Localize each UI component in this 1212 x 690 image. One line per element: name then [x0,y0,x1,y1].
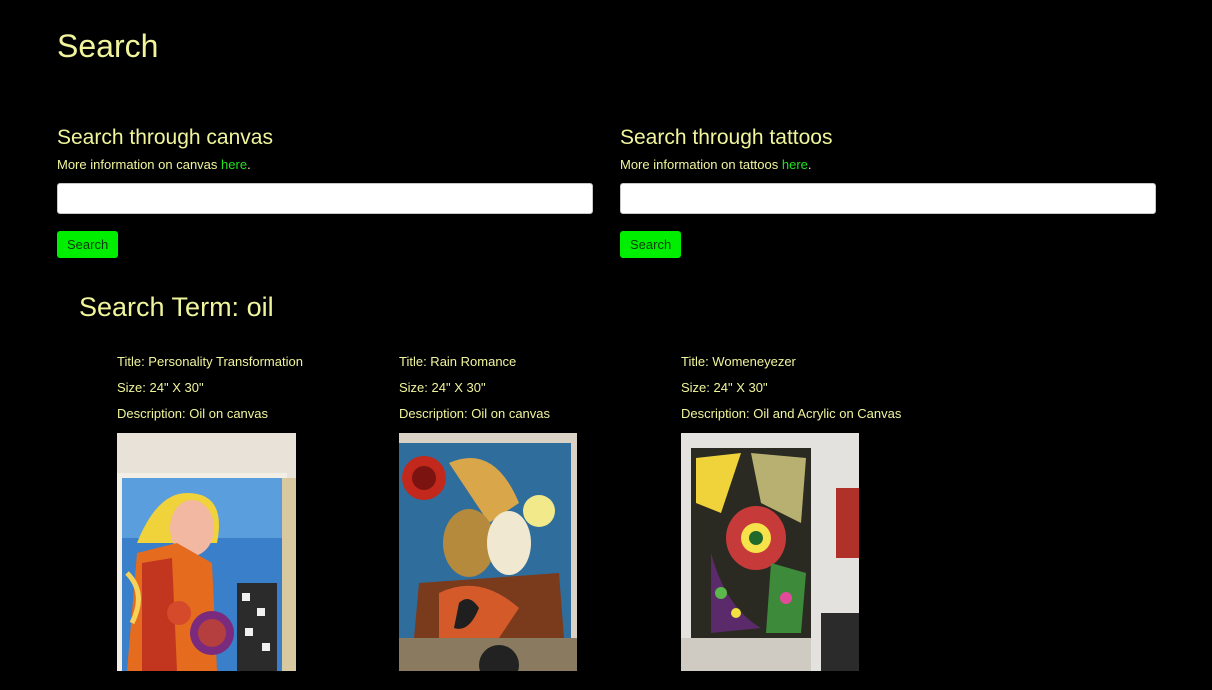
result-description: Description: Oil on canvas [117,406,269,421]
canvas-search-panel: Search through canvas More information o… [57,124,593,258]
canvas-search-input[interactable] [57,183,593,214]
tattoo-info-suffix: . [807,157,812,172]
result-description: Description: Oil on canvas [399,406,551,421]
tattoo-info-prefix: More information on tattoos [620,157,782,172]
canvas-info-prefix: More information on canvas [57,157,222,172]
result-title: Title: Personality Transformation [117,354,303,369]
tattoo-search-heading: Search through tattoos [620,126,833,149]
results-heading: Search Term: oil [79,292,274,322]
tattoo-search-input[interactable] [620,183,1156,214]
result-card: Title: Womeneyezer Size: 24" X 30" Descr… [681,349,941,671]
artwork-image[interactable] [399,433,578,671]
tattoo-search-panel: Search through tattoos More information … [620,124,1156,258]
canvas-info-suffix: . [247,157,251,172]
tattoo-search-button[interactable]: Search [620,231,682,258]
result-size: Size: 24" X 30" [681,380,768,395]
tattoo-info-link[interactable]: here [782,157,808,172]
result-card: Title: Rain Romance Size: 24" X 30" Desc… [399,349,659,671]
result-title: Title: Womeneyezer [681,354,796,369]
result-title: Title: Rain Romance [399,354,517,369]
canvas-info-link[interactable]: here [221,157,247,172]
result-card: Title: Personality Transformation Size: … [117,349,377,671]
page-title: Search [57,28,159,64]
canvas-search-button[interactable]: Search [57,231,119,258]
artwork-image[interactable] [117,433,296,671]
canvas-search-heading: Search through canvas [57,126,273,149]
result-size: Size: 24" X 30" [399,380,486,395]
artwork-image[interactable] [681,433,860,671]
tattoo-info-text: More information on tattoos here. [620,157,1156,173]
canvas-info-text: More information on canvas here. [57,157,593,173]
result-description: Description: Oil and Acrylic on Canvas [681,406,902,421]
result-size: Size: 24" X 30" [117,380,204,395]
